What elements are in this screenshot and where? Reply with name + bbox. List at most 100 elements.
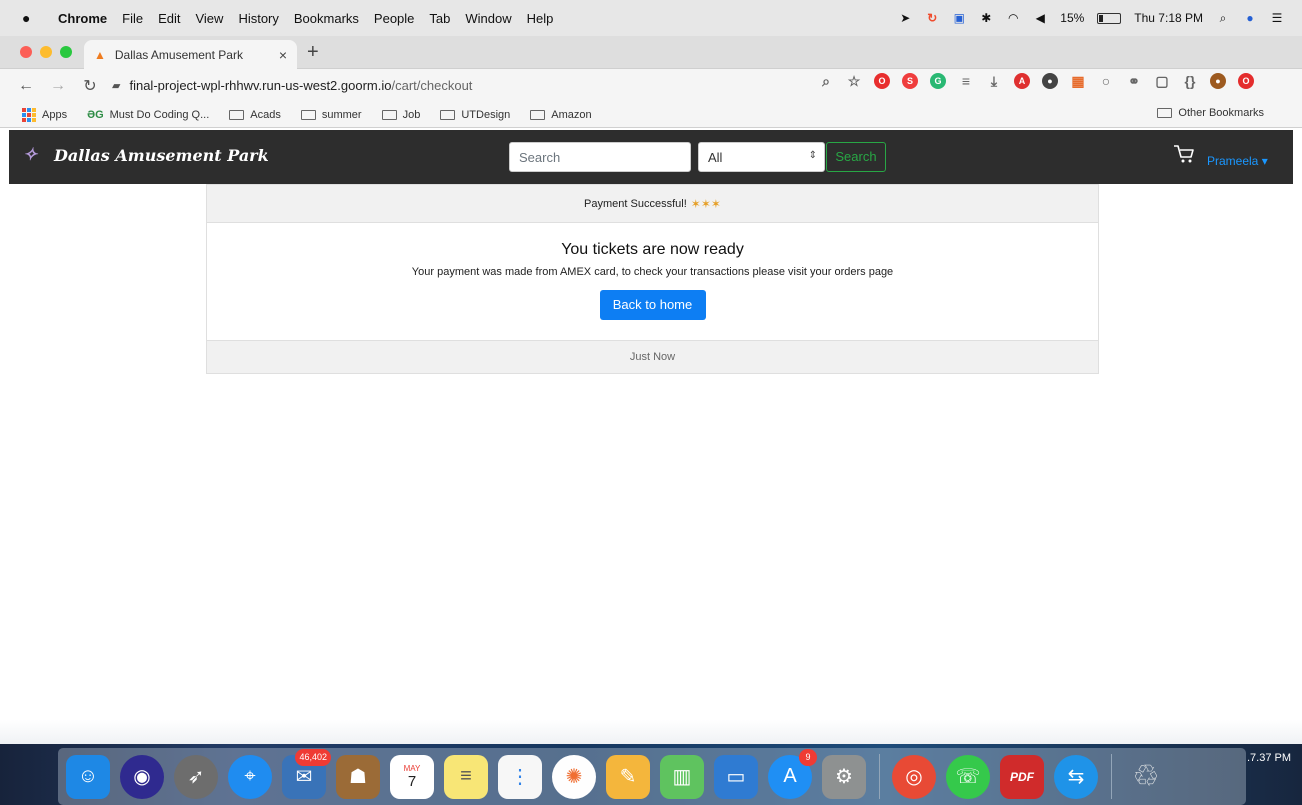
pages-app-icon[interactable]: ✎ xyxy=(606,754,650,799)
active-tab[interactable]: ▲ Dallas Amusement Park × xyxy=(84,40,297,69)
grammarly-extension-icon[interactable]: G xyxy=(930,73,946,89)
bookmark-coding[interactable]: ƏG Must Do Coding Q... xyxy=(87,109,209,121)
profile-avatar-icon[interactable]: ● xyxy=(1210,73,1226,89)
bookmark-label: Job xyxy=(402,108,421,121)
whatsapp-app-icon[interactable]: ☏ xyxy=(946,754,990,799)
folder-icon xyxy=(229,109,245,120)
system-preferences-icon[interactable]: ⚙ xyxy=(822,754,866,799)
bluetooth-icon[interactable]: ✱ xyxy=(979,11,993,25)
clock[interactable]: Thu 7:18 PM xyxy=(1134,11,1203,25)
bookmark-utdesign[interactable]: UTDesign xyxy=(440,109,510,121)
payment-success-card: Payment Successful! ✶✶✶ You tickets are … xyxy=(206,184,1099,374)
opera-red-icon[interactable]: O xyxy=(1238,73,1254,89)
bookmarks-bar: Apps ƏG Must Do Coding Q... Acads summer… xyxy=(0,102,1302,128)
notes-app-icon[interactable]: ≡ xyxy=(444,754,488,799)
close-window-button[interactable] xyxy=(20,46,32,58)
user-dropdown[interactable]: Prameela ▾ xyxy=(1207,154,1268,168)
volume-icon[interactable]: ◀ xyxy=(1033,11,1047,25)
category-select[interactable]: All ⇕ xyxy=(698,142,825,172)
folder-icon xyxy=(440,109,456,120)
calendar-month: MAY xyxy=(403,763,421,773)
site-search-button[interactable]: Search xyxy=(826,142,886,172)
bookmark-star-icon[interactable]: ☆ xyxy=(846,73,862,89)
link-extension-icon[interactable]: ⚭ xyxy=(1126,73,1142,89)
battery-icon[interactable] xyxy=(1097,12,1122,24)
dock-shadow xyxy=(0,720,1302,746)
circle-extension-icon[interactable]: ○ xyxy=(1098,73,1114,89)
screen-share-icon[interactable]: ▣ xyxy=(952,11,966,25)
json-extension-icon[interactable]: {} xyxy=(1182,73,1198,89)
sync-icon[interactable]: ↻ xyxy=(925,11,939,25)
bookmark-label: UTDesign xyxy=(461,108,511,121)
menu-people[interactable]: People xyxy=(374,11,414,26)
dropdown-caret-icon: ▾ xyxy=(1261,154,1268,168)
shopping-cart-icon[interactable] xyxy=(1173,144,1195,164)
menu-window[interactable]: Window xyxy=(465,11,511,26)
keynote-app-icon[interactable]: ▭ xyxy=(714,754,758,799)
reminders-app-icon[interactable]: ⋮ xyxy=(498,754,542,799)
menu-tab[interactable]: Tab xyxy=(429,11,450,26)
macos-dock: ☺ ◉ ➶ ⌖ ✉ 46,402 ☗ MAY 7 ≡ ⋮ ✺ ✎ ▥ ▭ A 9… xyxy=(58,748,1246,805)
download-extension-icon[interactable]: ⤓ xyxy=(986,73,1002,89)
bookmark-apps[interactable]: Apps xyxy=(22,107,67,122)
numbers-app-icon[interactable]: ▥ xyxy=(660,754,704,799)
pdf-app-icon[interactable]: PDF xyxy=(1000,754,1044,799)
browser-toolbar: ← → ↻ ▰ final-project-wpl-rhhwv.run-us-w… xyxy=(0,69,1302,102)
reload-icon[interactable]: ↻ xyxy=(78,76,102,96)
maximize-window-button[interactable] xyxy=(60,46,72,58)
app-store-icon[interactable]: A 9 xyxy=(768,748,817,799)
menu-chrome[interactable]: Chrome xyxy=(58,11,107,26)
bookmark-amazon[interactable]: Amazon xyxy=(530,109,592,121)
dark-extension-icon[interactable]: ● xyxy=(1042,73,1058,89)
finder-app-icon[interactable]: ☺ xyxy=(66,754,110,799)
bookmark-acads[interactable]: Acads xyxy=(229,109,281,121)
bookmark-job[interactable]: Job xyxy=(381,108,421,121)
new-tab-icon[interactable]: + xyxy=(307,41,319,64)
photos-app-icon[interactable]: ✺ xyxy=(552,754,596,799)
siri-app-icon[interactable]: ◉ xyxy=(120,754,164,799)
menu-view[interactable]: View xyxy=(195,11,223,26)
menu-help[interactable]: Help xyxy=(527,11,554,26)
folder-icon xyxy=(300,109,316,120)
safari-app-icon[interactable]: ⌖ xyxy=(228,754,272,799)
minimize-window-button[interactable] xyxy=(40,46,52,58)
corner-time: .7.37 PM xyxy=(1247,752,1292,764)
menubar-status: ➤ ↻ ▣ ✱ ◠ ◀ 15% Thu 7:18 PM ⌕ ● ☰ xyxy=(898,0,1284,36)
menu-edit[interactable]: Edit xyxy=(158,11,180,26)
wifi-icon[interactable]: ◠ xyxy=(1006,11,1020,25)
mail-app-icon[interactable]: ✉ 46,402 xyxy=(282,748,331,799)
folder-icon xyxy=(381,109,397,120)
adblock-extension-icon[interactable]: A xyxy=(1014,73,1030,89)
location-icon[interactable]: ➤ xyxy=(898,11,912,25)
contacts-app-icon[interactable]: ☗ xyxy=(336,754,380,799)
opera-extension-icon[interactable]: O xyxy=(874,73,890,89)
teamviewer-app-icon[interactable]: ⇆ xyxy=(1054,754,1098,799)
menu-file[interactable]: File xyxy=(122,11,143,26)
back-to-home-button[interactable]: Back to home xyxy=(599,290,706,320)
launchpad-app-icon[interactable]: ➶ xyxy=(174,754,218,799)
other-bookmarks[interactable]: Other Bookmarks xyxy=(1157,107,1264,119)
notification-center-icon[interactable]: ☰ xyxy=(1270,11,1284,25)
back-icon[interactable]: ← xyxy=(14,77,38,95)
mail-unread-badge: 46,402 xyxy=(295,748,331,766)
grid-extension-icon[interactable]: ▦ xyxy=(1070,73,1086,89)
bookmark-summer[interactable]: summer xyxy=(300,109,362,121)
zoom-icon[interactable]: ⌕ xyxy=(818,73,834,89)
site-search-input[interactable]: Search xyxy=(509,142,691,172)
banner-extension-icon[interactable]: ≡ xyxy=(958,73,974,89)
tab-close-icon[interactable]: × xyxy=(279,47,287,63)
apple-icon[interactable]: ● xyxy=(22,10,40,26)
spotlight-icon[interactable]: ⌕ xyxy=(1216,11,1230,25)
s-extension-icon[interactable]: S xyxy=(902,73,918,89)
menu-bookmarks[interactable]: Bookmarks xyxy=(294,11,359,26)
translate-extension-icon[interactable]: ▢ xyxy=(1154,73,1170,89)
menu-history[interactable]: History xyxy=(238,11,278,26)
calendar-app-icon[interactable]: MAY 7 xyxy=(390,754,434,799)
address-bar[interactable]: ▰ final-project-wpl-rhhwv.run-us-west2.g… xyxy=(112,73,872,98)
trash-app-icon[interactable]: ♲ xyxy=(1124,755,1168,799)
siri-icon[interactable]: ● xyxy=(1243,11,1257,25)
chrome-app-icon[interactable]: ◎ xyxy=(892,754,936,799)
site-brand[interactable]: ✧ Dallas Amusement Park xyxy=(23,146,269,165)
battery-percent[interactable]: 15% xyxy=(1060,11,1084,25)
forward-icon[interactable]: → xyxy=(46,77,70,95)
